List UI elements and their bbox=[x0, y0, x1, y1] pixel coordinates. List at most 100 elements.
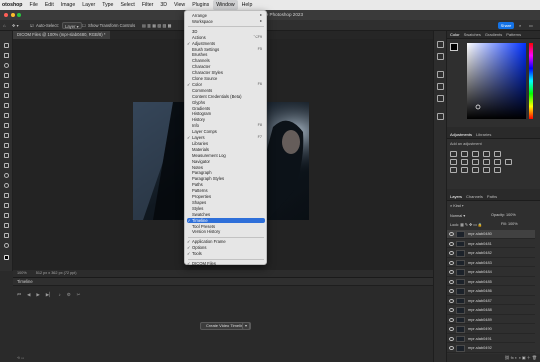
layer-row[interactable]: mpr-slab0491 bbox=[447, 335, 535, 344]
menu-app[interactable]: otoshop bbox=[0, 0, 26, 10]
document-tab[interactable]: DICOM Files @ 100% (mpr-slab0480, RGB/8)… bbox=[13, 31, 110, 39]
black-white-icon[interactable] bbox=[472, 159, 479, 165]
layer-row[interactable]: mpr-slab0492 bbox=[447, 344, 535, 353]
align-icons[interactable]: ▤ ▥ ▦ ▧ ▨ ▩ bbox=[142, 22, 172, 29]
eye-icon[interactable] bbox=[449, 279, 454, 284]
photo-filter-icon[interactable] bbox=[483, 159, 490, 165]
layer-row[interactable]: mpr-slab0484 bbox=[447, 268, 535, 277]
eye-icon[interactable] bbox=[449, 260, 454, 265]
color-lookup-icon[interactable] bbox=[505, 159, 512, 165]
eye-icon[interactable] bbox=[449, 327, 454, 331]
move-tool-icon[interactable] bbox=[2, 41, 11, 49]
tab-adjustments[interactable]: Adjustments bbox=[450, 132, 472, 137]
menu-type[interactable]: Type bbox=[99, 0, 117, 10]
invert-icon[interactable] bbox=[450, 167, 457, 173]
quick-select-tool-icon[interactable] bbox=[2, 71, 11, 79]
eye-icon[interactable] bbox=[449, 289, 454, 293]
auto-select-checkbox[interactable]: ☑ bbox=[30, 22, 34, 29]
eye-icon[interactable] bbox=[449, 232, 454, 236]
stamp-tool-icon[interactable] bbox=[2, 131, 11, 139]
foreground-color-swatch[interactable] bbox=[450, 43, 458, 51]
eye-icon[interactable] bbox=[449, 251, 454, 255]
threshold-icon[interactable] bbox=[472, 167, 479, 173]
blur-tool-icon[interactable] bbox=[2, 171, 11, 179]
menu-layer[interactable]: Layer bbox=[79, 0, 99, 10]
dodge-tool-icon[interactable] bbox=[2, 181, 11, 189]
brush-tool-icon[interactable] bbox=[2, 121, 11, 129]
menu-help[interactable]: Help bbox=[238, 0, 256, 10]
opacity-field[interactable]: Opacity: 100% bbox=[491, 213, 516, 217]
play-icon[interactable]: ▶ bbox=[36, 292, 39, 298]
tab-libraries[interactable]: Libraries bbox=[476, 132, 491, 137]
layer-row[interactable]: mpr-slab0488 bbox=[447, 306, 535, 315]
history-icon[interactable] bbox=[437, 41, 444, 48]
menu-file[interactable]: File bbox=[26, 0, 41, 10]
properties-icon[interactable] bbox=[437, 53, 444, 60]
share-button[interactable]: Share bbox=[498, 22, 514, 29]
layer-row[interactable]: mpr-slab0485 bbox=[447, 278, 535, 287]
menu-window[interactable]: Window bbox=[212, 0, 239, 10]
color-balance-icon[interactable] bbox=[461, 159, 468, 165]
tab-channels[interactable]: Channels bbox=[466, 194, 483, 199]
tab-swatches[interactable]: Swatches bbox=[464, 32, 481, 37]
menu-image[interactable]: Image bbox=[57, 0, 78, 10]
marquee-tool-icon[interactable] bbox=[2, 51, 11, 59]
tab-layers[interactable]: Layers bbox=[450, 194, 462, 199]
hand-tool-icon[interactable] bbox=[2, 231, 11, 239]
layer-row[interactable]: mpr-slab0489 bbox=[447, 316, 535, 325]
selective-color-icon[interactable] bbox=[494, 167, 501, 173]
hue-slider[interactable] bbox=[529, 43, 533, 119]
menu-item-tools[interactable]: ✓ Tools bbox=[185, 251, 266, 257]
layer-filter-kind[interactable]: ⌕ Kind ▾ bbox=[450, 204, 463, 208]
type-tool-icon[interactable] bbox=[2, 201, 11, 209]
rectangle-tool-icon[interactable] bbox=[2, 221, 11, 229]
eyedropper-tool-icon[interactable] bbox=[2, 101, 11, 109]
layer-row[interactable]: mpr-slab0490 bbox=[447, 325, 535, 334]
zoom-tool-icon[interactable] bbox=[2, 241, 11, 249]
menu-plugins[interactable]: Plugins bbox=[189, 0, 213, 10]
path-select-tool-icon[interactable] bbox=[2, 211, 11, 219]
menu-filter[interactable]: Filter bbox=[138, 0, 157, 10]
eye-icon[interactable] bbox=[449, 346, 454, 350]
paragraph-icon[interactable] bbox=[437, 83, 444, 90]
gradient-tool-icon[interactable] bbox=[2, 161, 11, 169]
zoom-level[interactable]: 100% bbox=[17, 271, 27, 275]
eye-icon[interactable] bbox=[449, 336, 454, 341]
menu-3d[interactable]: 3D bbox=[157, 0, 171, 10]
menu-item-workspace[interactable]: Workspace ▸ bbox=[185, 19, 266, 25]
zoom-window-button[interactable] bbox=[17, 13, 21, 17]
layer-select-dropdown[interactable]: Layer ▾ bbox=[62, 22, 82, 29]
layer-row[interactable]: mpr-slab0487 bbox=[447, 297, 535, 306]
blend-mode-dropdown[interactable]: Normal ▾ bbox=[450, 213, 465, 218]
prev-frame-icon[interactable]: ◀ bbox=[27, 292, 30, 298]
next-frame-icon[interactable]: ▶▏ bbox=[46, 292, 53, 298]
color-field-picker[interactable] bbox=[467, 43, 526, 119]
frame-tool-icon[interactable] bbox=[2, 91, 11, 99]
move-tool-icon[interactable]: ✥ ▾ bbox=[12, 22, 19, 29]
menu-view[interactable]: View bbox=[171, 0, 189, 10]
layer-row[interactable]: mpr-slab0486 bbox=[447, 287, 535, 296]
pen-tool-icon[interactable] bbox=[2, 191, 11, 199]
hue-sat-icon[interactable] bbox=[450, 159, 457, 165]
lasso-tool-icon[interactable] bbox=[2, 61, 11, 69]
glyphs-icon[interactable] bbox=[437, 95, 444, 102]
tab-paths[interactable]: Paths bbox=[487, 194, 497, 199]
crop-tool-icon[interactable] bbox=[2, 81, 11, 89]
history-brush-tool-icon[interactable] bbox=[2, 141, 11, 149]
layer-row[interactable]: mpr-slab0483 bbox=[447, 259, 535, 268]
levels-icon[interactable] bbox=[461, 151, 468, 157]
posterize-icon[interactable] bbox=[461, 167, 468, 173]
layers-footer-icons[interactable]: ⛓ fx ◐ ◑ ▣ ＋ 🗑 bbox=[447, 354, 540, 362]
close-window-button[interactable] bbox=[4, 13, 8, 17]
eye-icon[interactable] bbox=[449, 270, 454, 274]
home-icon[interactable]: ⌂ bbox=[3, 22, 6, 29]
curves-icon[interactable] bbox=[472, 151, 479, 157]
first-frame-icon[interactable]: ⏮ bbox=[17, 292, 21, 298]
vibrance-icon[interactable] bbox=[494, 151, 501, 157]
menu-item-dicom-files[interactable]: ✓ DICOM Files bbox=[185, 261, 266, 267]
eye-icon[interactable] bbox=[449, 317, 454, 322]
character-icon[interactable] bbox=[437, 71, 444, 78]
tab-gradients[interactable]: Gradients bbox=[485, 32, 502, 37]
menu-item-version-history[interactable]: Version History bbox=[185, 229, 266, 235]
channel-mixer-icon[interactable] bbox=[494, 159, 501, 165]
